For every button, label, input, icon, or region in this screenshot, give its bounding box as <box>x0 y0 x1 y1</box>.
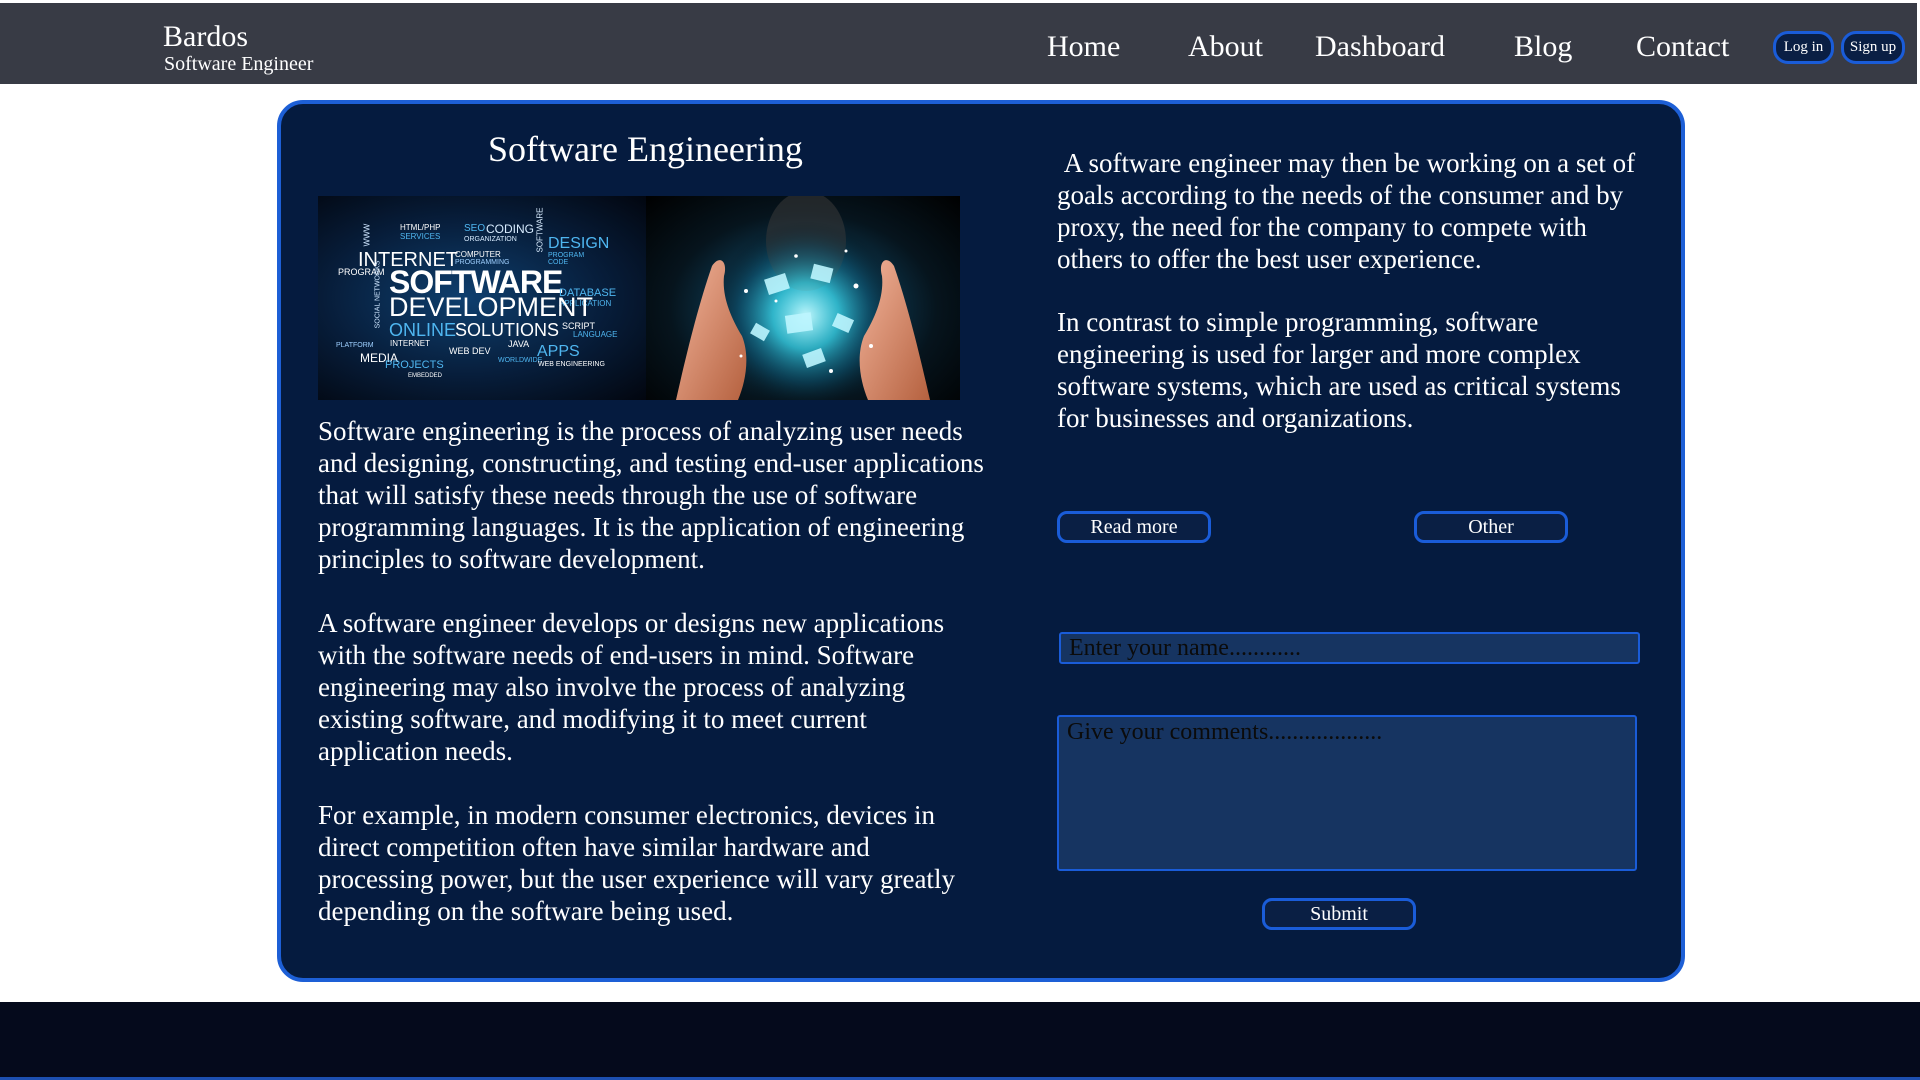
brand-name[interactable]: Bardos <box>163 19 248 55</box>
word-cloud-word: JAVA <box>508 339 530 349</box>
page-title: Software Engineering <box>488 129 803 169</box>
nav-home[interactable]: Home <box>1047 27 1120 67</box>
login-button[interactable]: Log in <box>1773 31 1834 64</box>
glowing-hands-image <box>646 196 960 400</box>
word-cloud-word: WEB ENGINEERING <box>538 361 605 368</box>
word-cloud-word: DEVELOPMENT <box>389 292 594 322</box>
example-paragraph: For example, in modern consumer electron… <box>318 800 955 926</box>
word-cloud-word: SOFTWARE <box>535 207 545 253</box>
word-cloud-word: INTERNET <box>390 339 430 348</box>
word-cloud-word: WORLDWIDE <box>498 357 543 364</box>
word-cloud-word: DESIGN <box>548 235 610 252</box>
contrast-paragraph: In contrast to simple programming, softw… <box>1057 307 1621 433</box>
word-cloud-word: SOLUTIONS <box>455 320 560 340</box>
footer-bar <box>0 1002 1920 1080</box>
word-cloud-word: PLATFORM <box>336 342 374 349</box>
word-cloud-word: APPS <box>537 343 580 360</box>
signup-button[interactable]: Sign up <box>1841 31 1905 64</box>
glowing-hands-illustration <box>676 196 930 400</box>
engineer-paragraph: A software engineer develops or designs … <box>318 608 945 766</box>
comments-textarea[interactable] <box>1057 715 1637 871</box>
other-button[interactable]: Other <box>1414 511 1568 543</box>
word-cloud-word: ORGANIZATION <box>464 236 517 243</box>
word-cloud-word: CODING <box>486 222 534 236</box>
intro-paragraph: Software engineering is the process of a… <box>318 416 984 574</box>
nav-contact[interactable]: Contact <box>1636 27 1729 67</box>
word-cloud-word: SOCIAL NETWORKS <box>374 260 382 329</box>
word-cloud-image: WWW HTML/PHP SERVICES SEO CODING ORGANIZ… <box>318 196 646 400</box>
read-more-button[interactable]: Read more <box>1057 511 1211 543</box>
word-cloud-word: SEO <box>464 223 486 234</box>
nav-about[interactable]: About <box>1188 27 1263 67</box>
nav-blog[interactable]: Blog <box>1514 27 1572 67</box>
word-cloud-word: WWW <box>362 223 372 247</box>
word-cloud-word: ONLINE <box>389 320 457 340</box>
word-cloud-word: HTML/PHP <box>400 223 441 232</box>
word-cloud-word: PROJECTS <box>385 359 444 371</box>
hero-image: WWW HTML/PHP SERVICES SEO CODING ORGANIZ… <box>318 196 960 400</box>
word-cloud-word: LANGUAGE <box>573 330 618 339</box>
word-cloud-word: SERVICES <box>400 232 441 241</box>
goals-paragraph: A software engineer may then be working … <box>1057 148 1642 274</box>
word-cloud-word: EMBEDDED <box>408 373 443 379</box>
nav-dashboard[interactable]: Dashboard <box>1315 27 1445 67</box>
brand-subtitle: Software Engineer <box>164 53 314 75</box>
top-navigation-bar: Bardos Software Engineer Home About Dash… <box>0 3 1917 84</box>
word-cloud-word: COMPUTER <box>455 250 501 259</box>
word-cloud-word: WEB DEV <box>449 346 491 356</box>
name-input[interactable] <box>1059 632 1640 664</box>
submit-button[interactable]: Submit <box>1262 898 1416 930</box>
